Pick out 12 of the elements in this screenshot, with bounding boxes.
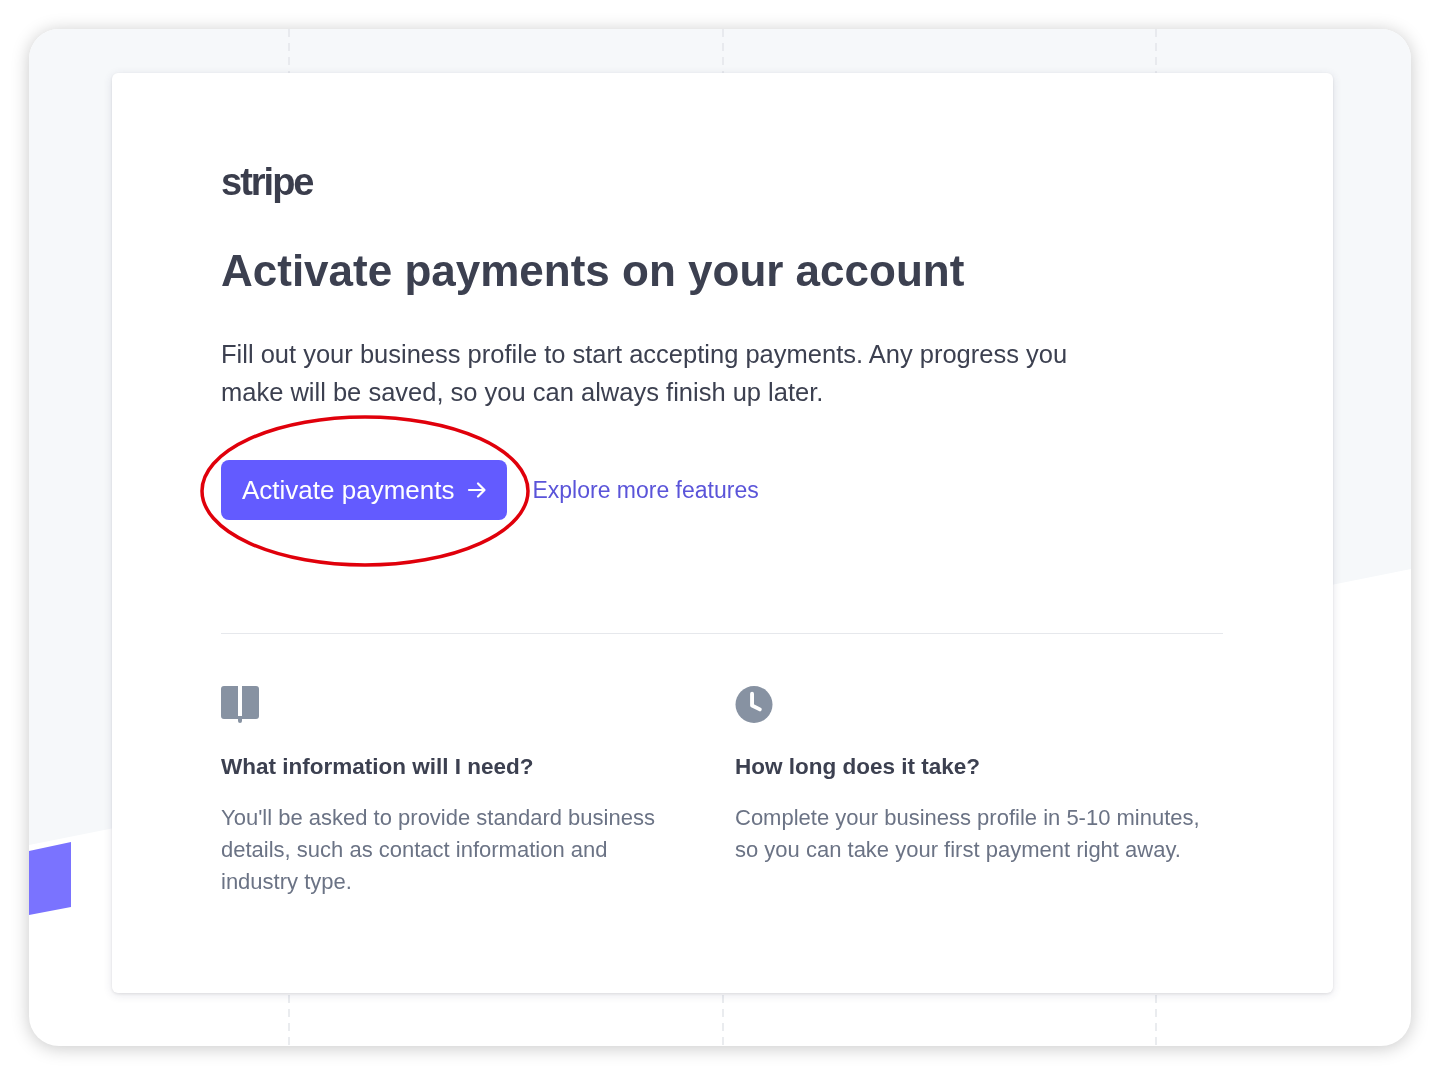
section-text: You'll be asked to provide standard business details, such as contact information and industry type. <box>221 804 656 896</box>
page-title: Activate payments on your account <box>221 245 966 297</box>
arrow-right-icon <box>467 480 488 500</box>
section-heading: What information will I need? <box>221 753 534 781</box>
section-heading: How long does it take? <box>735 753 981 781</box>
book-icon <box>221 686 259 723</box>
explore-features-link[interactable]: Explore more features <box>532 476 759 504</box>
logo-wordmark: stripe <box>221 160 313 204</box>
clock-icon <box>735 686 773 723</box>
section-text: Complete your business profile in 5-10 minutes, so you can take your first payment right away. <box>735 804 1201 864</box>
activate-payments-button[interactable]: Activate payments <box>221 460 508 520</box>
description-text: Fill out your business profile to start accepting payments. Any progress you make will be saved, so you can always finish up later. <box>221 339 1069 408</box>
